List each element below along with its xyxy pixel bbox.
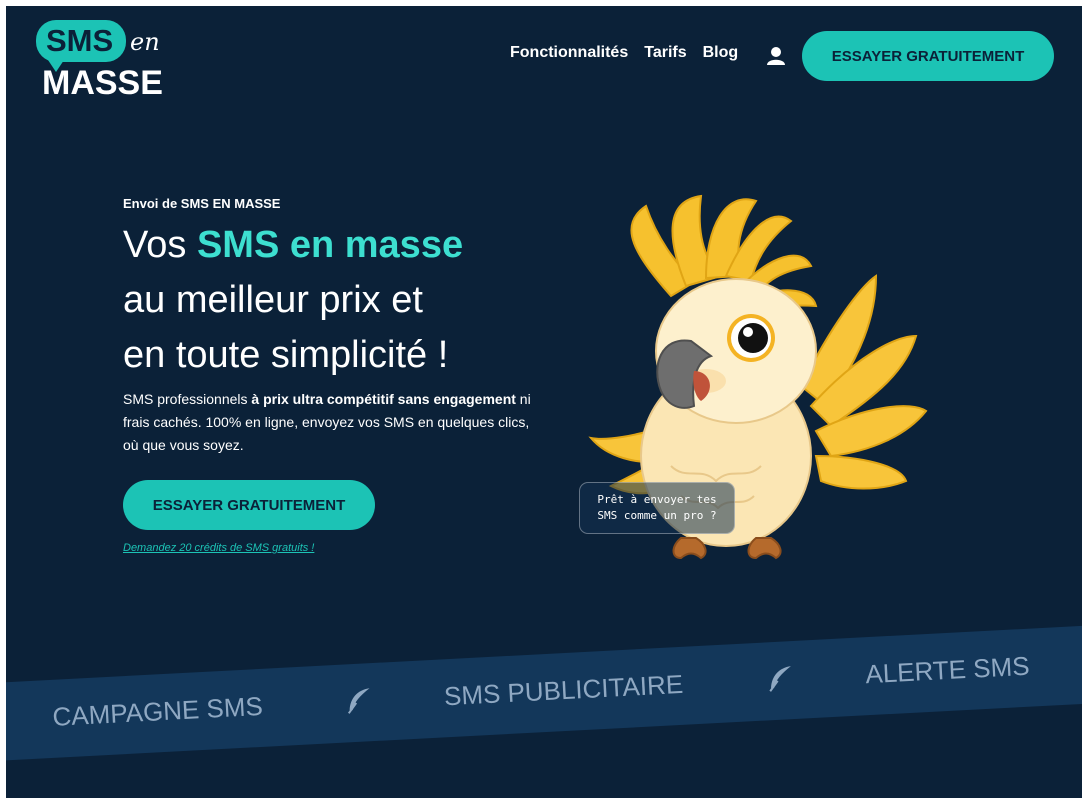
brand-logo[interactable]: SMS en MASSE — [36, 20, 176, 102]
hero-description: SMS professionnels à prix ultra compétit… — [123, 388, 543, 457]
speech-bubble-line2: SMS comme un pro ? — [597, 509, 717, 522]
logo-en-text: en — [130, 28, 160, 56]
feather-icon — [347, 688, 370, 714]
user-icon[interactable] — [766, 46, 786, 66]
speech-bubble: Prêt à envoyer tes SMS comme un pro ? — [579, 482, 735, 534]
free-credits-link[interactable]: Demandez 20 crédits de SMS gratuits ! — [123, 542, 314, 554]
headline-accent: SMS en masse — [196, 224, 464, 266]
hero-headline: Vos SMS en masse au meilleur prix et en … — [123, 218, 583, 383]
feather-icon — [769, 666, 791, 692]
nav-link-fonctionnalites[interactable]: Fonctionnalités — [510, 44, 628, 62]
nav-link-blog[interactable]: Blog — [703, 44, 739, 62]
eye-pupil — [738, 323, 768, 353]
logo-sms-text: SMS — [46, 23, 114, 58]
speech-bubble-line1: Prêt à envoyer tes — [597, 493, 717, 506]
marquee-band: CAMPAGNE SMS SMS PUBLICITAIRE ALERTE SMS — [6, 623, 1082, 763]
header-cta-button[interactable]: ESSAYER GRATUITEMENT — [802, 31, 1054, 81]
main-nav: Fonctionnalités Tarifs Blog — [510, 44, 738, 62]
page-frame: SMS en MASSE Fonctionnalités Tarifs Blog… — [6, 6, 1082, 798]
hero-eyebrow: Envoi de SMS EN MASSE — [123, 196, 281, 211]
marquee-item-campagne: CAMPAGNE SMS — [51, 690, 264, 732]
headline-part1: Vos — [123, 224, 197, 266]
eye-shine — [743, 327, 753, 337]
hero-cta-button[interactable]: ESSAYER GRATUITEMENT — [123, 480, 375, 530]
desc-bold: à prix ultra compétitif sans engagement — [251, 391, 516, 407]
right-wing — [799, 274, 928, 490]
marquee-item-publicitaire: SMS PUBLICITAIRE — [443, 668, 684, 712]
headline-line2: au meilleur prix et — [123, 279, 423, 321]
nav-link-tarifs[interactable]: Tarifs — [644, 44, 686, 62]
headline-line3: en toute simplicité ! — [123, 334, 449, 376]
desc-part1: SMS professionnels — [123, 391, 252, 407]
logo-speech-bubble: SMS — [36, 20, 126, 72]
marquee-item-alerte: ALERTE SMS — [864, 650, 1031, 690]
logo-masse-text: MASSE — [42, 64, 163, 102]
